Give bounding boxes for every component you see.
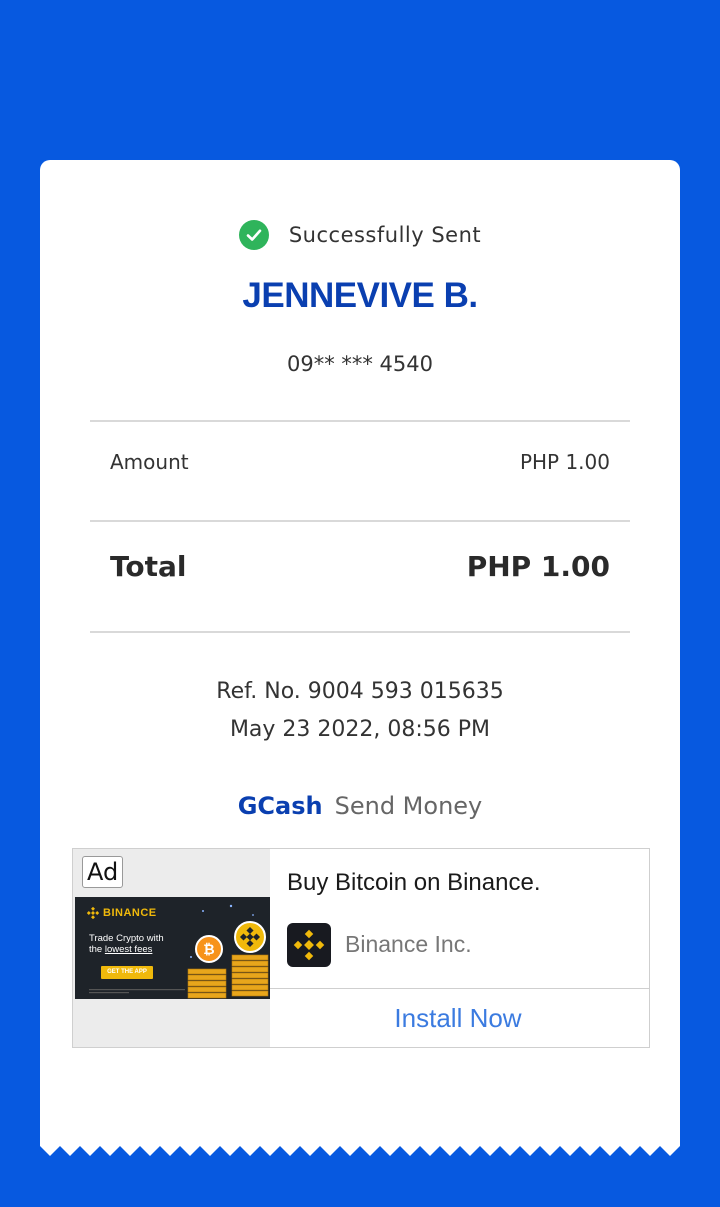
total-label: Total (110, 550, 187, 583)
banner-brand: BINANCE (103, 907, 157, 919)
ad-cta-area[interactable]: Install Now (270, 989, 649, 1047)
receipt-torn-edge (40, 1142, 680, 1156)
ad-unit[interactable]: BINANCE Trade Crypto with the lowest fee… (72, 848, 650, 1048)
divider (90, 420, 630, 422)
banner-tagline-the: the (89, 944, 103, 955)
status-row: Successfully Sent (40, 220, 680, 250)
binance-logo-icon (86, 906, 100, 924)
ad-banner-image[interactable]: BINANCE Trade Crypto with the lowest fee… (75, 897, 270, 999)
banner-tagline: Trade Crypto with the lowest fees (89, 933, 189, 955)
svg-text:₿: ₿ (203, 942, 214, 958)
receipt-card: Successfully Sent JENNEVIVE B. 09** *** … (40, 160, 680, 1146)
banner-cta: GET THE APP (101, 966, 153, 979)
recipient-number: 09** *** 4540 (286, 352, 433, 376)
service-name: Send Money (334, 792, 483, 820)
banner-tagline-line2: the lowest fees (89, 944, 189, 955)
status-text: Successfully Sent (288, 223, 482, 247)
amount-label: Amount (110, 450, 189, 474)
ad-title[interactable]: Buy Bitcoin on Binance. (287, 869, 541, 897)
ad-badge: Ad (82, 856, 124, 888)
ad-media[interactable]: BINANCE Trade Crypto with the lowest fee… (73, 849, 270, 1047)
banner-tagline-fees: lowest fees (104, 944, 153, 955)
amount-row: Amount PHP 1.00 (110, 450, 610, 474)
install-now-button[interactable]: Install Now (270, 989, 649, 1047)
service-line: GCash Send Money (40, 792, 680, 820)
gcash-logo: GCash (237, 792, 323, 820)
divider (90, 520, 630, 522)
check-icon (238, 220, 269, 250)
total-value: PHP 1.00 (466, 550, 610, 583)
reference-block: Ref. No. 9004 593 015635 May 23 2022, 08… (40, 673, 680, 749)
coins-illustration: ₿ (187, 904, 269, 999)
reference-number: Ref. No. 9004 593 015635 (216, 679, 504, 704)
banner-tagline-line1: Trade Crypto with (89, 933, 164, 944)
amount-value: PHP 1.00 (519, 450, 610, 474)
total-row: Total PHP 1.00 (110, 550, 610, 583)
recipient-name: JENNEVIVE B. (242, 276, 478, 315)
transaction-datetime: May 23 2022, 08:56 PM (229, 717, 491, 742)
divider (90, 631, 630, 633)
binance-app-icon[interactable] (287, 923, 331, 967)
receipt-screen: Successfully Sent JENNEVIVE B. 09** *** … (0, 0, 720, 1207)
ad-advertiser[interactable]: Binance Inc. (345, 931, 472, 958)
